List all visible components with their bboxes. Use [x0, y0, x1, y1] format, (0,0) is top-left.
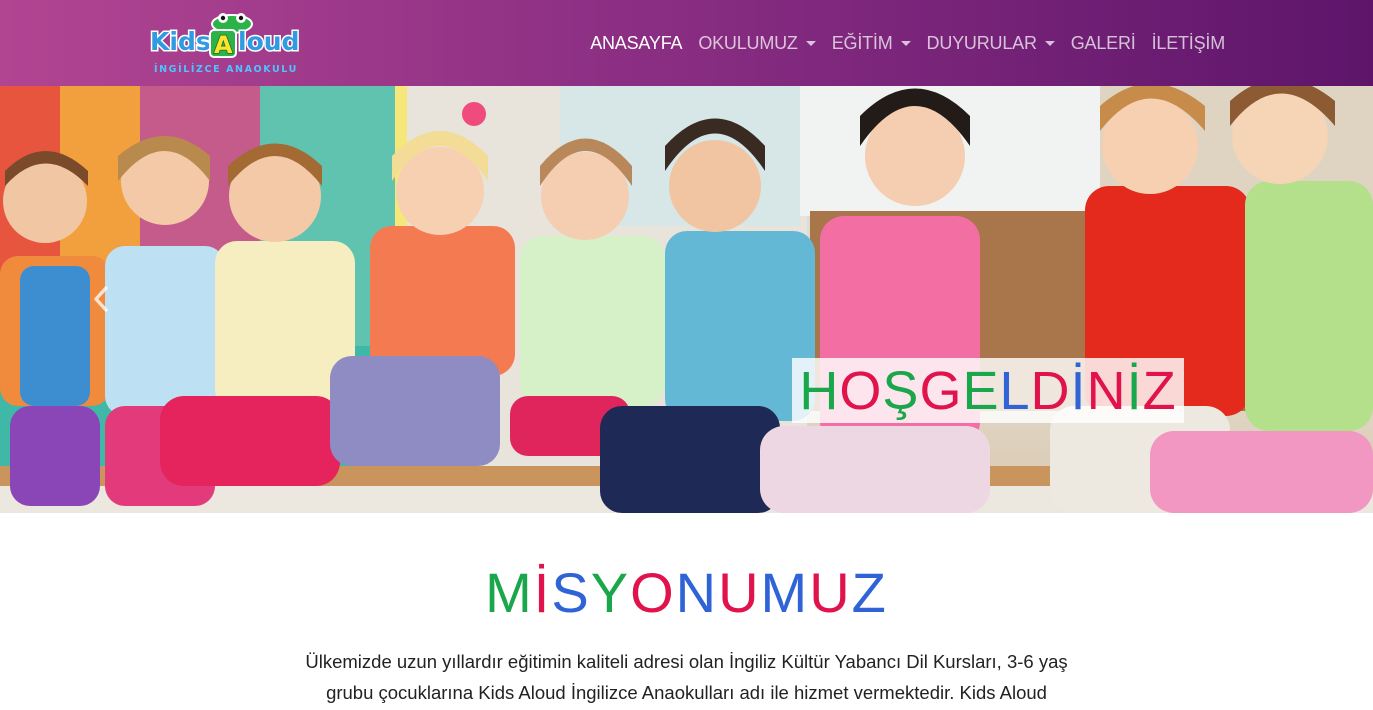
nav-item-label: DUYURULAR: [926, 32, 1037, 53]
caret-down-icon: [900, 40, 911, 46]
svg-text:Kids: Kids: [150, 27, 211, 56]
nav-item-okulumuz[interactable]: OKULUMUZ: [690, 33, 823, 54]
nav-item-iletisim[interactable]: İLETİŞİM: [1144, 33, 1233, 54]
heading-letter: Ş: [882, 360, 920, 421]
welcome-text: HOŞGELDİNİZ: [799, 360, 1176, 422]
heading-letter: Z: [851, 561, 888, 624]
nav-item-galeri[interactable]: GALERİ: [1063, 33, 1144, 54]
mission-title: MİSYONUMUZ: [0, 560, 1373, 626]
heading-letter: İ: [1070, 360, 1087, 421]
kids-aloud-logo[interactable]: Kids A loud İNGİLİZCE ANAOKULU: [148, 10, 316, 76]
heading-letter: H: [799, 360, 840, 421]
heading-letter: E: [962, 360, 1000, 421]
svg-text:İNGİLİZCE ANAOKULU: İNGİLİZCE ANAOKULU: [154, 64, 298, 75]
nav-item-label: ANASAYFA: [590, 32, 683, 53]
caret-down-icon: [805, 40, 816, 46]
nav-item-duyurular[interactable]: DUYURULAR: [919, 33, 1063, 54]
hero-carousel: HOŞGELDİNİZ: [0, 86, 1373, 513]
heading-letter: N: [675, 561, 719, 624]
mission-text: Ülkemizde uzun yıllardır eğitimin kalite…: [305, 651, 1068, 703]
carousel-prev-button[interactable]: [88, 282, 114, 316]
heading-letter: N: [1086, 360, 1127, 421]
heading-letter: O: [839, 360, 883, 421]
main-nav: ANASAYFA OKULUMUZ EĞİTİM DUYURULAR GALER…: [582, 0, 1233, 86]
heading-letter: S: [551, 561, 591, 624]
heading-letter: L: [999, 360, 1031, 421]
nav-item-label: İLETİŞİM: [1151, 32, 1226, 53]
heading-letter: U: [809, 561, 852, 624]
nav-item-label: GALERİ: [1070, 32, 1136, 53]
heading-letter: D: [1030, 360, 1071, 421]
heading-letter: M: [485, 561, 534, 624]
heading-letter: Y: [590, 561, 631, 624]
heading-letter: İ: [533, 561, 552, 624]
heading-letter: U: [718, 561, 761, 624]
svg-text:loud: loud: [238, 27, 299, 56]
caret-down-icon: [1044, 40, 1055, 46]
chevron-left-icon: [94, 286, 108, 312]
hero-photo-children: [0, 86, 1373, 513]
top-navbar: Kids A loud İNGİLİZCE ANAOKULU ANASAYFA …: [0, 0, 1373, 86]
svg-text:A: A: [214, 31, 233, 59]
nav-item-label: OKULUMUZ: [698, 32, 798, 53]
heading-letter: O: [630, 561, 676, 624]
welcome-caption: HOŞGELDİNİZ: [792, 358, 1184, 423]
logo-graphic: Kids A loud İNGİLİZCE ANAOKULU: [149, 13, 301, 75]
heading-letter: İ: [1126, 360, 1143, 421]
nav-item-egitim[interactable]: EĞİTİM: [824, 33, 919, 54]
nav-item-label: EĞİTİM: [831, 32, 893, 53]
heading-letter: Z: [1142, 360, 1177, 421]
heading-letter: M: [760, 561, 810, 624]
mission-title-text: MİSYONUMUZ: [485, 561, 888, 624]
heading-letter: G: [919, 360, 963, 421]
nav-item-anasayfa[interactable]: ANASAYFA: [582, 33, 690, 54]
